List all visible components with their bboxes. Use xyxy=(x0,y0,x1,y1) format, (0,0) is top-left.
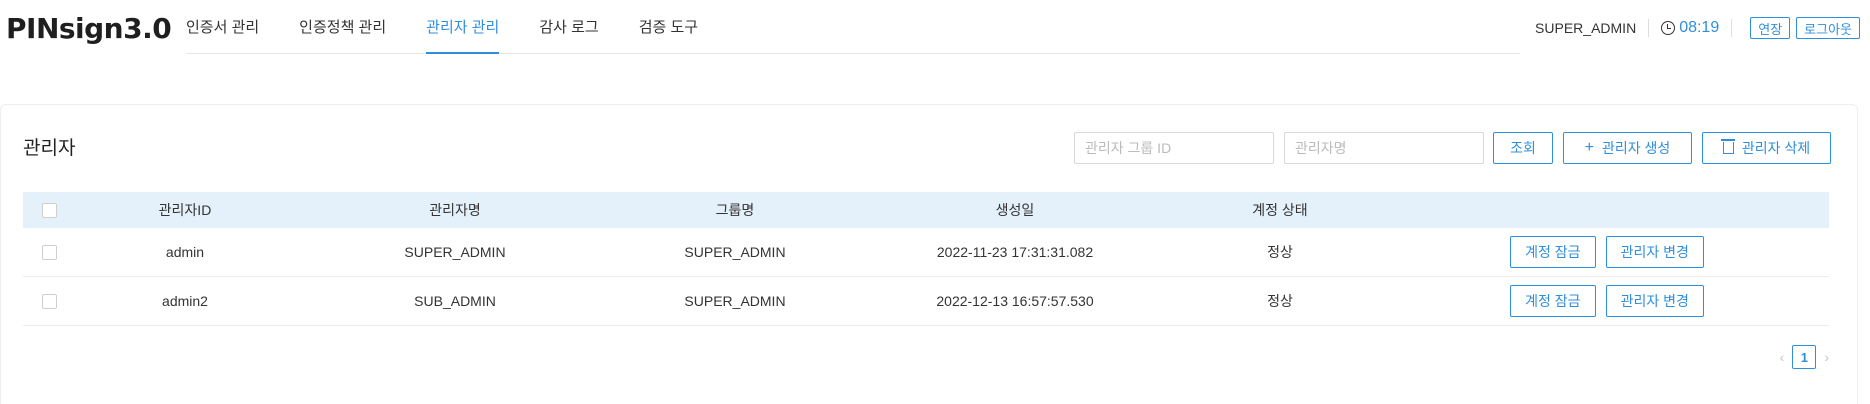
column-header-created: 생성일 xyxy=(995,202,1035,218)
lock-account-button[interactable]: 계정 잠금 xyxy=(1510,236,1596,268)
account-status: 정상 xyxy=(1267,293,1293,309)
admin-name: SUPER_ADMIN xyxy=(404,244,506,260)
nav-item-certificate[interactable]: 인증서 관리 xyxy=(186,0,259,54)
group-name: SUPER_ADMIN xyxy=(684,244,786,260)
account-status: 정상 xyxy=(1267,244,1293,260)
top-header: PINsign3.0 인증서 관리 인증정책 관리 관리자 관리 감사 로그 검… xyxy=(0,0,1870,56)
prev-page-icon[interactable]: ‹ xyxy=(1780,349,1785,365)
admin-id: admin2 xyxy=(162,293,208,309)
page-title: 관리자 xyxy=(23,138,76,159)
column-header-status: 계정 상태 xyxy=(1252,202,1308,218)
row-select-cell xyxy=(23,244,75,260)
row-checkbox[interactable] xyxy=(41,244,57,260)
change-admin-button[interactable]: 관리자 변경 xyxy=(1605,285,1704,317)
main-nav: 인증서 관리 인증정책 관리 관리자 관리 감사 로그 검증 도구 xyxy=(186,0,1520,54)
select-all-cell xyxy=(23,202,75,218)
admin-name: SUB_ADMIN xyxy=(414,293,496,309)
column-header-name: 관리자명 xyxy=(429,202,481,218)
row-checkbox[interactable] xyxy=(41,293,57,309)
column-header-id: 관리자ID xyxy=(158,202,212,218)
created-date: 2022-12-13 16:57:57.530 xyxy=(936,293,1094,309)
next-page-icon[interactable]: › xyxy=(1824,349,1829,365)
session-timer: 08:19 xyxy=(1679,19,1733,37)
select-all-checkbox[interactable] xyxy=(41,202,57,218)
create-admin-button[interactable]: + 관리자 생성 xyxy=(1563,132,1692,164)
nav-item-policy[interactable]: 인증정책 관리 xyxy=(299,0,386,54)
clock-icon xyxy=(1661,21,1676,35)
logout-button[interactable]: 로그아웃 xyxy=(1796,17,1860,39)
admin-id: admin xyxy=(165,244,205,260)
header-user-area: SUPER_ADMIN 08:19 연장 로그아웃 xyxy=(1535,16,1860,40)
column-header-group: 그룹명 xyxy=(715,202,755,218)
lock-account-button[interactable]: 계정 잠금 xyxy=(1510,285,1596,317)
nav-item-audit-log[interactable]: 감사 로그 xyxy=(539,0,598,54)
table-row: admin SUPER_ADMIN SUPER_ADMIN 2022-11-23… xyxy=(23,228,1829,277)
table-header: 관리자ID 관리자명 그룹명 생성일 계정 상태 xyxy=(23,192,1829,228)
group-id-search-input[interactable] xyxy=(1074,132,1274,164)
delete-admin-label: 관리자 삭제 xyxy=(1741,140,1811,156)
admin-name-search-input[interactable] xyxy=(1284,132,1484,164)
extend-session-button[interactable]: 연장 xyxy=(1750,17,1791,39)
pagination: ‹ 1 › xyxy=(1780,345,1829,369)
trash-icon xyxy=(1720,139,1735,154)
create-admin-label: 관리자 생성 xyxy=(1602,140,1671,156)
admin-table: 관리자ID 관리자명 그룹명 생성일 계정 상태 admin SUPER_ADM… xyxy=(23,192,1829,326)
search-button-label: 조회 xyxy=(1510,140,1536,156)
row-actions: 계정 잠금 관리자 변경 xyxy=(1385,285,1829,317)
table-row: admin2 SUB_ADMIN SUPER_ADMIN 2022-12-13 … xyxy=(23,277,1829,326)
delete-admin-button[interactable]: 관리자 삭제 xyxy=(1702,132,1831,164)
search-button[interactable]: 조회 xyxy=(1493,132,1553,164)
plus-icon: + xyxy=(1584,139,1595,156)
group-name: SUPER_ADMIN xyxy=(684,293,786,309)
nav-item-verify-tool[interactable]: 검증 도구 xyxy=(639,0,698,54)
row-select-cell xyxy=(23,293,75,309)
row-actions: 계정 잠금 관리자 변경 xyxy=(1385,236,1829,268)
current-user: SUPER_ADMIN xyxy=(1535,19,1650,37)
app-logo[interactable]: PINsign3.0 xyxy=(6,12,172,46)
admin-card: 관리자 조회 + 관리자 생성 관리자 삭제 관리자ID 관리자명 그룹명 생성… xyxy=(0,104,1858,404)
nav-item-admin[interactable]: 관리자 관리 xyxy=(426,0,500,54)
page-number-current[interactable]: 1 xyxy=(1792,345,1817,369)
change-admin-button[interactable]: 관리자 변경 xyxy=(1605,236,1704,268)
created-date: 2022-11-23 17:31:31.082 xyxy=(936,244,1094,260)
